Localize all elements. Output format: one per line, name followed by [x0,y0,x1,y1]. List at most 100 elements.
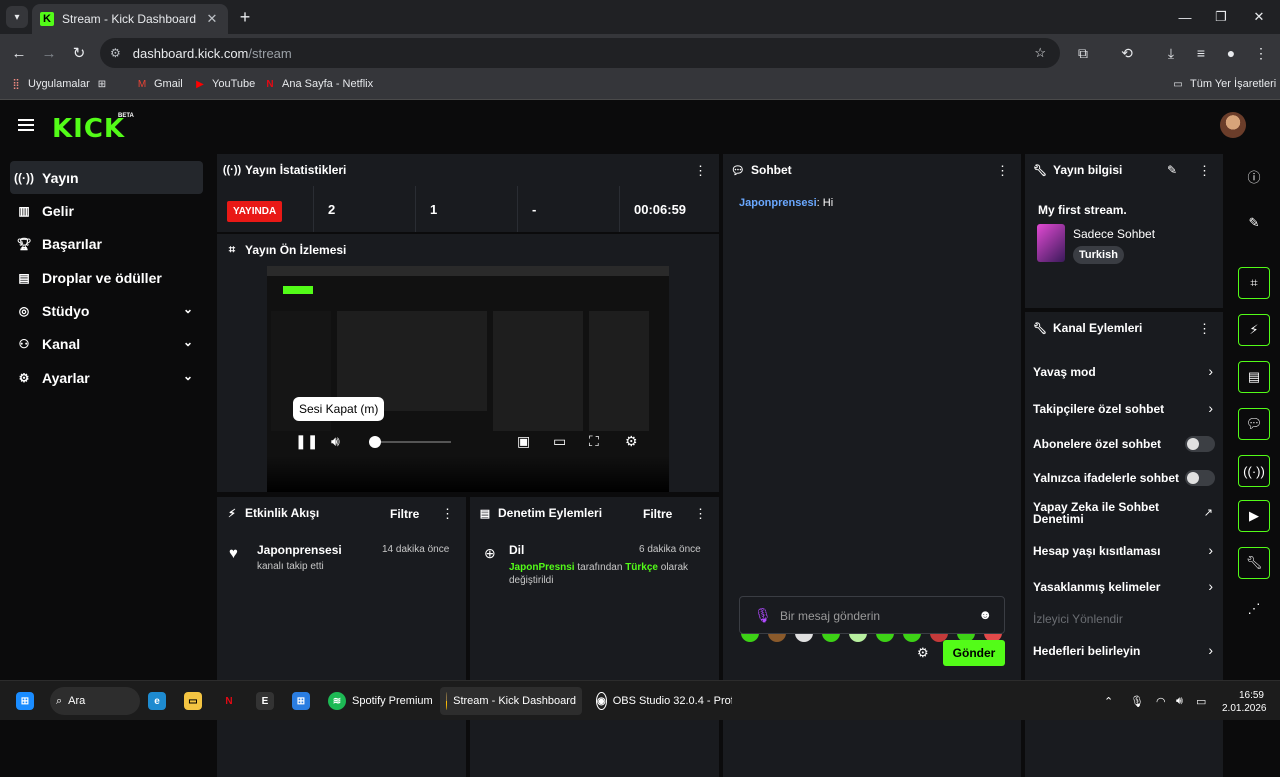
more-options-icon[interactable]: ⋮ [1198,321,1211,337]
sidebar-item-droplar[interactable]: ▤ Droplar ve ödüller [10,261,203,294]
edit-pencil-icon[interactable]: ✎ [1238,207,1270,239]
moderation-user[interactable]: JaponPresnsi [509,562,575,573]
taskbar-epic[interactable]: E [250,687,280,715]
external-link-icon[interactable]: ↗ [1204,506,1213,519]
settings-gear-icon[interactable]: ⚙ [625,433,638,450]
video-icon[interactable]: ▶ [1238,500,1270,532]
taskbar-spotify[interactable]: ≋ Spotify Premium [322,687,439,715]
site-info-icon[interactable]: ⚙ [110,46,121,60]
history-icon[interactable]: ⟲ [1116,42,1138,64]
speaker-icon[interactable]: 🔊︎ [1170,687,1189,715]
taskbar-explorer[interactable]: ▭ [178,687,208,715]
stream-tag[interactable]: Turkish [1073,246,1124,264]
volume-slider-track[interactable] [381,441,451,443]
activity-user[interactable]: Japonprensesi [257,543,342,557]
sidebar-item-basarilar[interactable]: 🏆︎ Başarılar [10,227,203,260]
chat-bubble-icon[interactable]: 💬︎ [1238,408,1270,440]
battery-icon[interactable]: ▭ [1190,687,1212,715]
bookmark-grid[interactable]: ⊞ [96,78,108,90]
stream-preview-video[interactable] [267,266,669,492]
document-icon[interactable]: ▤ [1238,361,1270,393]
media-control-icon[interactable]: ≡ [1190,42,1212,64]
taskbar-store[interactable]: ⊞ [286,687,316,715]
download-icon[interactable]: ⤓ [1160,42,1182,64]
bookmark-apps[interactable]: ⣿ Uygulamalar [10,78,89,90]
broadcast-icon[interactable]: ((·)) [1238,455,1270,487]
edit-pencil-icon[interactable]: ✎ [1167,163,1177,177]
volume-icon[interactable]: 🔊︎ [331,433,340,450]
wifi-icon[interactable]: ◠ [1150,687,1172,715]
volume-slider-handle[interactable] [369,436,381,448]
more-options-icon[interactable]: ⋮ [996,163,1009,179]
browser-tab-active[interactable]: K Stream - Kick Dashboard ✕ [32,4,228,34]
action-banned-words[interactable]: Yasaklanmış kelimeler [1033,580,1215,594]
chevron-right-icon[interactable]: › [1208,642,1213,658]
bookmark-youtube[interactable]: ▶ YouTube [194,78,255,90]
sidebar-item-kanal[interactable]: ⚇ Kanal ⌄ [10,327,203,360]
microphone-icon[interactable]: 🎙︎ [754,607,772,624]
sidebar-item-ayarlar[interactable]: ⚙ Ayarlar ⌄ [10,361,203,394]
address-bar[interactable]: ⚙ dashboard.kick.com /stream ☆ [100,38,1060,68]
tray-chevron-icon[interactable]: ⌃ [1098,687,1119,715]
emote-only-toggle[interactable] [1185,470,1215,486]
chat-input[interactable]: 🎙︎ Bir mesaj gönderin ☻ [739,596,1005,634]
sidebar-item-yayin[interactable]: ((·)) Yayın [10,161,203,194]
chevron-right-icon[interactable]: › [1208,400,1213,416]
theater-mode-icon[interactable]: ▭ [553,433,566,450]
action-follower-chat[interactable]: Takipçilere özel sohbet [1033,402,1215,416]
chevron-right-icon[interactable]: › [1208,578,1213,594]
sidebar-item-studyo[interactable]: ◎ Stüdyo ⌄ [10,294,203,327]
chat-username[interactable]: Japonprensesi [739,197,817,209]
bookmark-star-icon[interactable]: ☆ [1034,45,1046,61]
action-set-goals[interactable]: Hedefleri belirleyin [1033,644,1215,658]
action-account-age[interactable]: Hesap yaşı kısıtlaması [1033,544,1215,558]
menu-hamburger-icon[interactable] [18,119,34,131]
taskbar-edge[interactable]: e [142,687,172,715]
taskbar-netflix[interactable]: N [214,687,244,715]
more-options-icon[interactable]: ⋮ [1198,163,1211,179]
subscriber-chat-toggle[interactable] [1185,436,1215,452]
bookmark-gmail[interactable]: M Gmail [136,78,183,90]
more-options-icon[interactable]: ⋮ [694,163,707,179]
user-avatar[interactable] [1220,112,1246,138]
tab-close-icon[interactable]: ✕ [204,11,220,27]
stream-category[interactable]: Sadece Sohbet [1073,227,1155,241]
close-window-button[interactable]: ✕ [1244,4,1274,30]
action-ai-moderation[interactable]: Yapay Zeka ile Sohbet Denetimi [1033,501,1183,525]
kick-logo[interactable]: KICK [52,114,125,144]
all-bookmarks[interactable]: ▭ Tüm Yer İşaretleri [1172,78,1276,90]
maximize-button[interactable]: ❐ [1206,4,1236,30]
filter-button[interactable]: Filtre [390,507,419,521]
start-button[interactable]: ⊞ [10,687,40,715]
info-icon[interactable]: ⓘ [1238,160,1270,192]
pause-icon[interactable]: ❚❚ [295,433,318,450]
profile-icon[interactable]: ● [1220,42,1242,64]
more-options-icon[interactable]: ⋮ [694,506,707,522]
share-icon[interactable]: ⋰ [1238,593,1270,625]
forward-arrow-icon[interactable]: → [38,42,60,64]
extensions-icon[interactable]: ⧉ [1072,42,1094,64]
taskbar-obs[interactable]: ◉ OBS Studio 32.0.4 - Prof [590,687,732,715]
emoji-icon[interactable]: ☻ [978,607,992,622]
wrench-icon[interactable]: 🔧︎ [1238,547,1270,579]
fullscreen-icon[interactable]: ⛶ [589,433,599,450]
taskbar-search[interactable]: ⌕ Ara [50,687,140,715]
filter-button[interactable]: Filtre [643,507,672,521]
lightning-icon[interactable]: ⚡︎ [1238,314,1270,346]
tab-search-button[interactable]: ▾ [6,6,28,28]
taskbar-clock[interactable]: 16:59 2.01.2026 [1222,689,1267,715]
microphone-icon[interactable]: 🎙︎ [1124,687,1150,715]
send-button[interactable]: Gönder [943,640,1005,666]
chevron-right-icon[interactable]: › [1208,363,1213,379]
back-arrow-icon[interactable]: ← [8,42,30,64]
chat-settings-icon[interactable]: ⚙ [917,645,929,661]
chevron-right-icon[interactable]: › [1208,542,1213,558]
picture-in-picture-icon[interactable]: ▣ [517,433,530,450]
preview-toggle-icon[interactable]: ⌗ [1238,267,1270,299]
more-options-icon[interactable]: ⋮ [441,506,454,522]
minimize-button[interactable]: — [1170,4,1200,30]
action-slow-mode[interactable]: Yavaş mod [1033,365,1215,379]
category-thumbnail[interactable] [1037,224,1065,262]
sidebar-item-gelir[interactable]: ▥ Gelir [10,194,203,227]
taskbar-chrome[interactable]: Stream - Kick Dashboard [440,687,582,715]
